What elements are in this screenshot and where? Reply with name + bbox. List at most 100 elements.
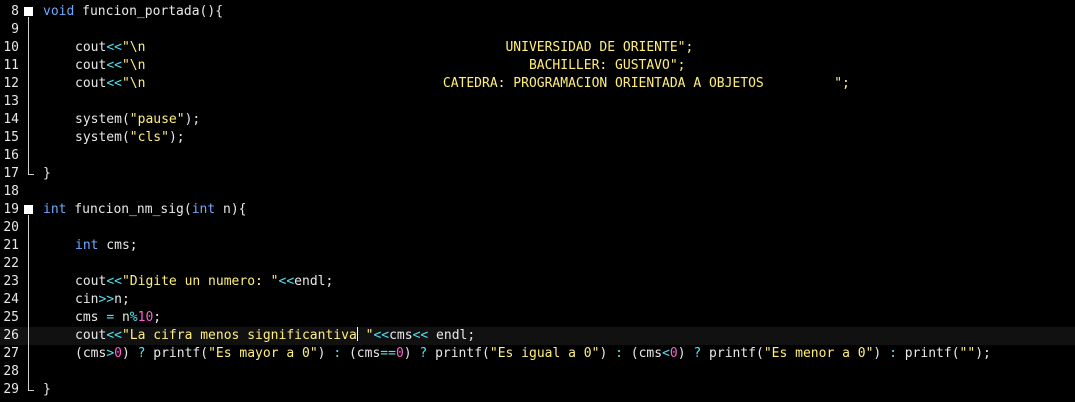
code-token: "La cifra menos significantiva [121,328,357,343]
code-line[interactable]: 12 cout<<"\n CATEDRA: PROGRAMACION ORIENT… [0,75,1075,93]
code-text[interactable]: cout<<"La cifra menos significantiva "<<… [75,327,475,345]
fold-guide [28,215,29,390]
fold-collapse-icon[interactable] [24,205,33,214]
fold-end-icon [28,390,34,391]
code-token: << [412,328,429,343]
code-token: % [129,310,138,325]
code-token: : [333,346,342,361]
fold-guide [28,17,29,174]
code-token: "cls" [129,130,169,145]
code-text[interactable]: int funcion_nm_sig(int n){ [43,201,247,219]
code-line[interactable]: 17} [0,165,1075,183]
code-text[interactable]: cout<<"\n CATEDRA: PROGRAMACION ORIENTAD… [75,75,850,93]
code-token: << [106,274,122,289]
code-line[interactable]: 24 cin>>n; [0,291,1075,309]
code-token: "\n BACHILLER: GUSTAVO"; [121,58,686,73]
code-line[interactable]: 21 int cms; [0,237,1075,255]
code-line[interactable]: 16 [0,147,1075,165]
code-text[interactable]: void funcion_portada(){ [43,3,223,21]
code-text[interactable]: system("pause"); [75,111,200,129]
code-token: << [106,58,122,73]
code-line[interactable]: 26 cout<<"La cifra menos significantiva "… [0,327,1075,345]
code-text[interactable]: } [43,381,51,399]
code-token: cout [75,274,107,289]
fold-collapse-icon[interactable] [24,7,33,16]
code-token: ); [975,346,991,361]
code-token: ); [168,130,185,145]
code-token: "Es igual a 0" [489,346,600,361]
code-token: > [106,346,115,361]
code-line[interactable]: 29} [0,381,1075,399]
line-number: 10 [3,40,19,55]
code-token: "Digite un numero: " [121,274,279,289]
code-token: 0 [114,346,122,361]
code-line[interactable]: 20 [0,219,1075,237]
code-line[interactable]: 15 system("cls"); [0,129,1075,147]
line-number: 22 [3,256,19,271]
code-token: ) [873,346,890,361]
code-text[interactable]: cin>>n; [75,291,130,309]
line-number: 21 [3,238,19,253]
line-number: 16 [3,148,19,163]
code-token: "\n UNIVERSIDAD DE ORIENTE"; [121,40,694,55]
line-number: 17 [3,166,19,181]
code-token: cout [75,328,107,343]
code-text[interactable]: cout<<"Digite un numero: "<<endl; [75,273,333,291]
code-token: << [106,76,122,91]
code-token: } [43,166,51,181]
code-line[interactable]: 9 [0,21,1075,39]
code-token: ) [403,346,420,361]
line-number: 8 [11,4,19,19]
code-line[interactable]: 23 cout<<"Digite un numero: "<<endl; [0,273,1075,291]
code-token: : [615,346,623,361]
code-token: << [373,328,390,343]
code-line[interactable]: 10 cout<<"\n UNIVERSIDAD DE ORIENTE"; [0,39,1075,57]
code-token: << [106,40,122,55]
code-token: ) [599,346,616,361]
code-token: } [43,382,51,397]
code-text[interactable]: cout<<"\n UNIVERSIDAD DE ORIENTE"; [75,39,693,57]
code-token: funcion_portada(){ [74,4,224,19]
code-line[interactable]: 27 (cms>0) ? printf("Es mayor a 0") : (cm… [0,345,1075,363]
code-token: cms; [98,238,138,253]
line-number: 12 [3,76,19,91]
code-line[interactable]: 11 cout<<"\n BACHILLER: GUSTAVO"; [0,57,1075,75]
code-text[interactable]: } [43,165,51,183]
code-token: ) [677,346,694,361]
code-token: int [75,238,99,253]
code-token: n [114,310,130,325]
code-token: = [106,310,115,325]
code-text[interactable]: system("cls"); [75,129,185,147]
code-line[interactable]: 28 [0,363,1075,381]
line-number: 14 [3,112,19,127]
code-line[interactable]: 19 int funcion_nm_sig(int n){ [0,201,1075,219]
code-editor[interactable]: 8 void funcion_portada(){9 10 cout<<"\n UNI… [0,0,1075,402]
line-number: 19 [3,202,19,217]
line-number: 27 [3,346,19,361]
code-line[interactable]: 14 system("pause"); [0,111,1075,129]
code-line[interactable]: 25 cms = n%10; [0,309,1075,327]
code-line[interactable]: 13 [0,93,1075,111]
code-text[interactable]: cms = n%10; [75,309,161,327]
code-token: (cms [75,346,107,361]
line-number: 20 [3,220,19,235]
code-text[interactable]: cout<<"\n BACHILLER: GUSTAVO"; [75,57,686,75]
code-token: cout [75,40,107,55]
code-line[interactable]: 8 void funcion_portada(){ [0,3,1075,21]
code-token: >> [98,292,115,307]
code-token: printf( [896,346,960,361]
code-token: cms [75,310,107,325]
code-token: endl; [428,328,476,343]
code-token: ); [184,112,201,127]
code-token: == [380,346,396,361]
code-token: "" [959,346,976,361]
code-text[interactable]: int cms; [75,237,138,255]
code-token: endl; [294,274,334,289]
code-text[interactable]: (cms>0) ? printf("Es mayor a 0") : (cms=… [75,345,991,363]
code-token: int [191,202,216,217]
code-token: : [889,346,897,361]
code-token: "pause" [129,112,185,127]
code-line[interactable]: 18 [0,183,1075,201]
code-token: cout [75,58,107,73]
code-line[interactable]: 22 [0,255,1075,273]
